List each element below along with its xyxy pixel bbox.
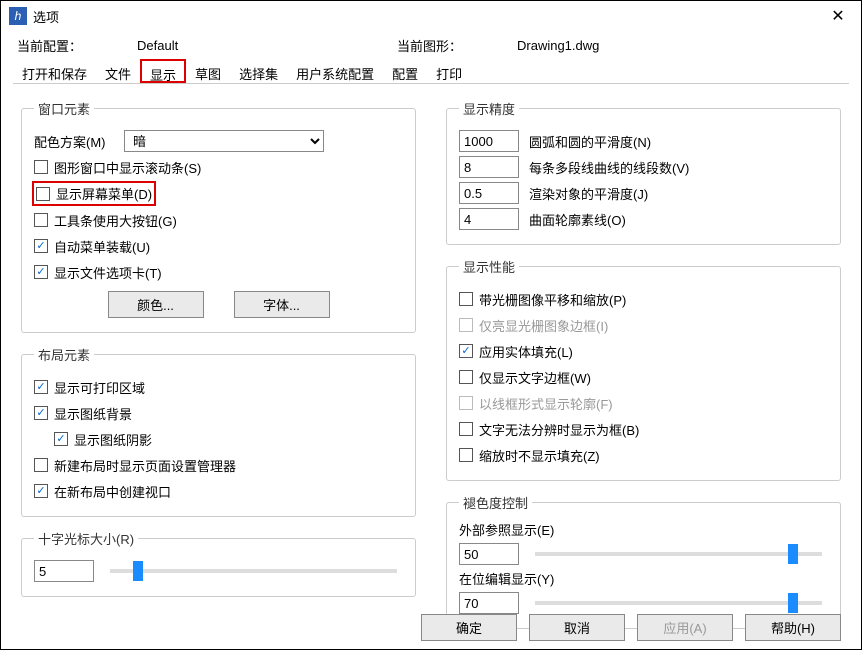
raster-pan-label: 带光栅图像平移和缩放(P) — [479, 290, 626, 309]
create-viewport-label: 在新布局中创建视口 — [54, 482, 171, 501]
large-buttons-checkbox[interactable] — [34, 213, 48, 227]
arc-smooth-input[interactable] — [459, 130, 519, 152]
surface-contour-input[interactable] — [459, 208, 519, 230]
page-setup-mgr-checkbox[interactable] — [34, 458, 48, 472]
crosshair-slider[interactable] — [110, 569, 397, 573]
window-elements-legend: 窗口元素 — [34, 99, 94, 118]
tab-user-system[interactable]: 用户系统配置 — [287, 59, 383, 83]
paper-bg-label: 显示图纸背景 — [54, 404, 132, 423]
config-row: 当前配置： Default 当前图形： Drawing1.dwg — [1, 31, 861, 59]
color-scheme-label: 配色方案(M) — [34, 132, 124, 151]
tab-open-save[interactable]: 打开和保存 — [13, 59, 96, 83]
file-tabs-checkbox[interactable] — [34, 265, 48, 279]
screen-menu-label: 显示屏幕菜单(D) — [56, 184, 152, 203]
page-setup-mgr-label: 新建布局时显示页面设置管理器 — [54, 456, 236, 475]
color-button[interactable]: 颜色... — [108, 291, 204, 318]
cancel-button[interactable]: 取消 — [529, 614, 625, 641]
titlebar: h 选项 ✕ — [1, 1, 861, 31]
layout-elements-group: 布局元素 显示可打印区域 显示图纸背景 显示图纸阴影 新建布局时显示页面设置管理… — [21, 345, 416, 517]
paper-shadow-checkbox[interactable] — [54, 432, 68, 446]
current-drawing-label: 当前图形： — [397, 36, 517, 55]
display-precision-legend: 显示精度 — [459, 99, 519, 118]
highlight-raster-label: 仅亮显光栅图象边框(I) — [479, 316, 608, 335]
wireframe-checkbox — [459, 396, 473, 410]
auto-menu-checkbox[interactable] — [34, 239, 48, 253]
inplace-input[interactable] — [459, 592, 519, 614]
no-fill-zoom-label: 缩放时不显示填充(Z) — [479, 446, 600, 465]
printable-area-checkbox[interactable] — [34, 380, 48, 394]
create-viewport-checkbox[interactable] — [34, 484, 48, 498]
xref-slider[interactable] — [535, 552, 822, 556]
display-perf-group: 显示性能 带光栅图像平移和缩放(P) 仅亮显光栅图象边框(I) 应用实体填充(L… — [446, 257, 841, 481]
no-fill-zoom-checkbox[interactable] — [459, 448, 473, 462]
window-title: 选项 — [33, 7, 823, 26]
raster-pan-checkbox[interactable] — [459, 292, 473, 306]
tab-display[interactable]: 显示 — [140, 59, 186, 83]
tab-sketch[interactable]: 草图 — [186, 59, 230, 83]
text-frame-checkbox[interactable] — [459, 370, 473, 384]
panel: 窗口元素 配色方案(M) 暗 图形窗口中显示滚动条(S) 显示屏幕菜单(D) 工… — [1, 85, 861, 651]
tab-config[interactable]: 配置 — [383, 59, 427, 83]
printable-area-label: 显示可打印区域 — [54, 378, 145, 397]
solid-fill-label: 应用实体填充(L) — [479, 342, 573, 361]
text-frame-label: 仅显示文字边框(W) — [479, 368, 591, 387]
display-precision-group: 显示精度 圆弧和圆的平滑度(N) 每条多段线曲线的线段数(V) 渲染对象的平滑度… — [446, 99, 841, 245]
polyline-segs-label: 每条多段线曲线的线段数(V) — [529, 158, 689, 177]
scrollbars-label: 图形窗口中显示滚动条(S) — [54, 158, 201, 177]
layout-elements-legend: 布局元素 — [34, 345, 94, 364]
help-button[interactable]: 帮助(H) — [745, 614, 841, 641]
color-scheme-select[interactable]: 暗 — [124, 130, 324, 152]
render-smooth-label: 渲染对象的平滑度(J) — [529, 184, 648, 203]
polyline-segs-input[interactable] — [459, 156, 519, 178]
highlight-raster-checkbox — [459, 318, 473, 332]
ok-button[interactable]: 确定 — [421, 614, 517, 641]
fade-group: 褪色度控制 外部参照显示(E) 在位编辑显示(Y) — [446, 493, 841, 629]
current-config-value: Default — [137, 38, 397, 53]
crosshair-group: 十字光标大小(R) — [21, 529, 416, 597]
solid-fill-checkbox[interactable] — [459, 344, 473, 358]
screen-menu-checkbox[interactable] — [36, 187, 50, 201]
current-drawing-value: Drawing1.dwg — [517, 38, 777, 53]
paper-shadow-label: 显示图纸阴影 — [74, 430, 152, 449]
crosshair-legend: 十字光标大小(R) — [34, 529, 138, 548]
paper-bg-checkbox[interactable] — [34, 406, 48, 420]
current-config-label: 当前配置： — [17, 36, 137, 55]
file-tabs-label: 显示文件选项卡(T) — [54, 263, 162, 282]
display-perf-legend: 显示性能 — [459, 257, 519, 276]
render-smooth-input[interactable] — [459, 182, 519, 204]
arc-smooth-label: 圆弧和圆的平滑度(N) — [529, 132, 651, 151]
auto-menu-label: 自动菜单装载(U) — [54, 237, 150, 256]
inplace-slider[interactable] — [535, 601, 822, 605]
right-column: 显示精度 圆弧和圆的平滑度(N) 每条多段线曲线的线段数(V) 渲染对象的平滑度… — [446, 95, 841, 641]
left-column: 窗口元素 配色方案(M) 暗 图形窗口中显示滚动条(S) 显示屏幕菜单(D) 工… — [21, 95, 416, 641]
scrollbars-checkbox[interactable] — [34, 160, 48, 174]
fade-legend: 褪色度控制 — [459, 493, 532, 512]
footer: 确定 取消 应用(A) 帮助(H) — [421, 614, 841, 641]
font-button[interactable]: 字体... — [234, 291, 330, 318]
crosshair-input[interactable] — [34, 560, 94, 582]
surface-contour-label: 曲面轮廓素线(O) — [529, 210, 626, 229]
tab-print[interactable]: 打印 — [427, 59, 471, 83]
inplace-label: 在位编辑显示(Y) — [459, 569, 828, 588]
text-as-frame-label: 文字无法分辨时显示为框(B) — [479, 420, 639, 439]
window-elements-group: 窗口元素 配色方案(M) 暗 图形窗口中显示滚动条(S) 显示屏幕菜单(D) 工… — [21, 99, 416, 333]
apply-button: 应用(A) — [637, 614, 733, 641]
app-icon: h — [9, 7, 27, 25]
text-as-frame-checkbox[interactable] — [459, 422, 473, 436]
xref-input[interactable] — [459, 543, 519, 565]
tabs: 打开和保存 文件 显示 草图 选择集 用户系统配置 配置 打印 — [1, 59, 861, 85]
tab-select-set[interactable]: 选择集 — [230, 59, 287, 83]
large-buttons-label: 工具条使用大按钮(G) — [54, 211, 177, 230]
xref-label: 外部参照显示(E) — [459, 520, 828, 539]
close-icon[interactable]: ✕ — [823, 6, 853, 26]
wireframe-label: 以线框形式显示轮廓(F) — [479, 394, 613, 413]
tab-file[interactable]: 文件 — [96, 59, 140, 83]
